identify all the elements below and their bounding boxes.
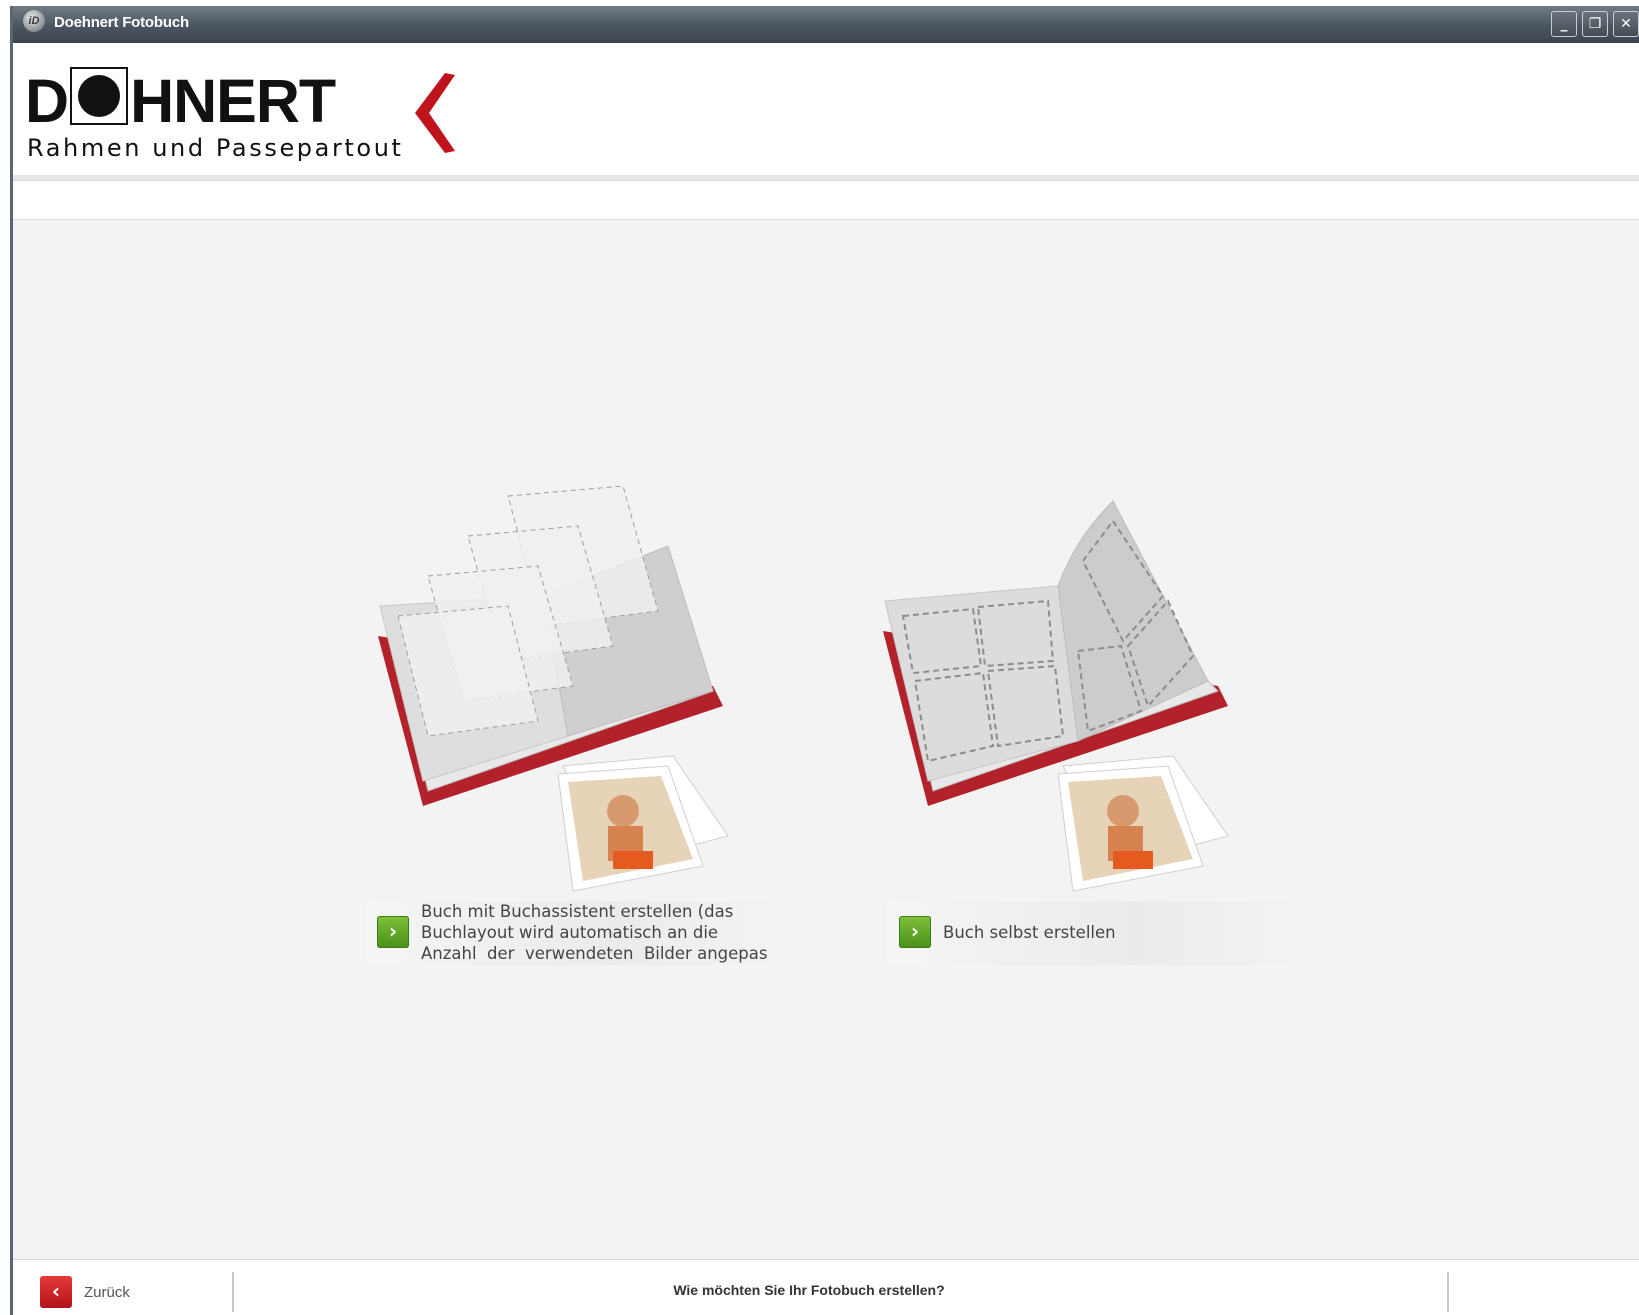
chevron-right-icon: › xyxy=(899,916,931,948)
logo-chevron-icon xyxy=(415,73,455,153)
brand-logo: D HNERT Rahmen und Passepartout xyxy=(25,67,485,167)
assistant-book-illustration xyxy=(378,486,729,892)
option-assistant-button[interactable]: › Buch mit Buchassistent erstellen (das … xyxy=(365,901,779,965)
header: D HNERT Rahmen und Passepartout xyxy=(13,43,1639,180)
chevron-left-icon: ‹ xyxy=(40,1276,72,1308)
footer-divider xyxy=(1447,1272,1449,1312)
option-assistant-label: Buch mit Buchassistent erstellen (das Bu… xyxy=(421,902,768,963)
manual-book-illustration xyxy=(883,500,1229,892)
back-label: Zurück xyxy=(84,1283,130,1301)
footer-bar: ‹ Zurück Wie möchten Sie Ihr Fotobuch er… xyxy=(13,1259,1639,1315)
footer-divider xyxy=(232,1272,234,1312)
app-window: iD Doehnert Fotobuch _ ❐ ✕ D HNERT Rahmen… xyxy=(10,6,1639,1315)
logo-wordmark: D HNERT xyxy=(25,67,336,135)
title-bar[interactable]: iD Doehnert Fotobuch _ ❐ ✕ xyxy=(13,6,1639,43)
chevron-right-icon: › xyxy=(377,916,409,948)
back-button[interactable]: ‹ Zurück xyxy=(40,1276,130,1308)
logo-subtitle: Rahmen und Passepartout xyxy=(27,134,404,162)
footer-question: Wie möchten Sie Ihr Fotobuch erstellen? xyxy=(673,1282,945,1298)
option-manual-label: Buch selbst erstellen xyxy=(943,923,1116,942)
logo-o-icon xyxy=(70,67,129,125)
window-title: Doehnert Fotobuch xyxy=(54,14,189,31)
restore-button[interactable]: ❐ xyxy=(1582,11,1608,37)
sub-toolbar xyxy=(13,180,1639,220)
app-icon: iD xyxy=(23,10,45,32)
option-manual-button[interactable]: › Buch selbst erstellen xyxy=(887,901,1301,965)
minimize-button[interactable]: _ xyxy=(1551,11,1577,37)
close-button[interactable]: ✕ xyxy=(1613,11,1639,37)
